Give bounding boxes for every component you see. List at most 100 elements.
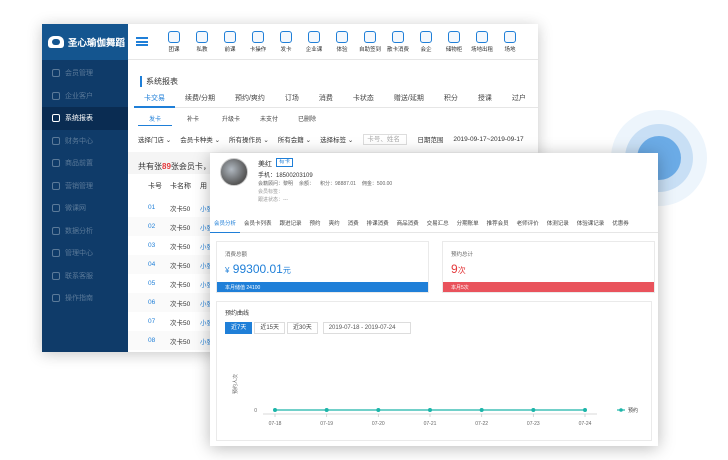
cell-card-no[interactable]: 07 [128,318,170,325]
sidebar-item-5[interactable]: 营销管理 [42,175,128,198]
member-balance: 余额： [299,181,315,187]
date-range-input[interactable]: 2019-09-17~2019-09-17 [453,136,523,143]
member-tab-8[interactable]: 交易汇总 [423,217,453,233]
range-15d-button[interactable]: 近15天 [254,322,286,334]
member-tab-10[interactable]: 推荐会员 [483,217,513,233]
cell-card-no[interactable]: 01 [128,204,170,211]
cell-card-no[interactable]: 08 [128,337,170,344]
report-subtab-4[interactable]: 已删除 [290,114,324,126]
member-tab-13[interactable]: 体验课记录 [573,217,609,233]
brand[interactable]: 圣心瑜伽舞蹈 [42,24,128,60]
menu-icon[interactable] [136,37,148,46]
sidebar-item-3[interactable]: 财务中心 [42,130,128,153]
sidebar-item-8[interactable]: 管理中心 [42,242,128,265]
report-tab-5[interactable]: 卡状态 [343,92,384,108]
toolbar-item-icon [196,30,208,43]
cell-card-no[interactable]: 03 [128,242,170,249]
report-tab-0[interactable]: 卡交易 [134,92,175,108]
toolbar-item-0[interactable]: 团课 [160,30,188,53]
cell-card-name: 次卡50 [170,300,191,308]
sidebar-item-6[interactable]: 微课网 [42,197,128,220]
member-tab-1[interactable]: 会员卡列表 [240,217,276,233]
report-tab-3[interactable]: 订场 [275,92,309,108]
trend-date-range-input[interactable]: 2019-07-18 - 2019-07-24 [322,322,411,334]
cell-card-name: 次卡50 [170,338,191,346]
filter-select-label: 所有会籍 [277,137,304,144]
toolbar-item-label: 场地出租 [470,46,493,53]
toolbar-item-3[interactable]: 卡操作 [244,30,272,53]
report-subtab-0[interactable]: 发卡 [138,114,172,126]
filter-select-4[interactable]: 选择标签 ⌄ [320,134,353,144]
filter-select-1[interactable]: 会员卡种类 ⌄ [180,134,220,144]
toolbar-item-label: 会企 [420,46,432,53]
member-tab-12[interactable]: 体测记录 [543,217,573,233]
member-tab-9[interactable]: 分期账单 [453,217,483,233]
report-tab-7[interactable]: 积分 [434,92,468,108]
sidebar-item-10[interactable]: 操作指南 [42,287,128,310]
member-tab-2[interactable]: 跟进记录 [276,217,306,233]
report-subtab-3[interactable]: 未支付 [252,114,286,126]
toolbar-item-8[interactable]: 散卡消费 [384,30,412,53]
toolbar-item-4[interactable]: 发卡 [272,30,300,53]
sidebar-item-4[interactable]: 商品前置 [42,152,128,175]
sidebar-item-label: 商品前置 [65,160,93,168]
y-axis-label: 预约人次 [232,374,239,394]
chevron-down-icon: ⌄ [164,137,172,144]
member-tab-4[interactable]: 爽约 [325,217,344,233]
report-tab-1[interactable]: 续费/分期 [175,92,225,108]
filter-select-label: 选择门店 [138,137,164,144]
report-subtab-1[interactable]: 补卡 [176,114,210,126]
booking-total-value: 9次 [451,262,466,276]
x-tick-label: 07-24 [579,421,592,427]
report-tab-8[interactable]: 授课 [468,92,502,108]
range-7d-button[interactable]: 近7天 [225,322,253,334]
range-30d-button[interactable]: 近30天 [287,322,318,334]
toolbar-item-12[interactable]: 场地 [496,30,524,53]
toolbar-item-6[interactable]: 体验 [328,30,356,53]
total-spend-label: 消费总额 [225,252,248,258]
sidebar-item-icon [52,136,60,145]
stage: 圣心瑜伽舞蹈 会员管理 企业客户 系统报表 财务中心商品前置营销管理 微课网 数据分析 管理… [0,0,728,460]
filter-selects: 选择门店 ⌄ 会员卡种类 ⌄ 所有操作员 ⌄ 所有会籍 ⌄ 选择标签 ⌄ [138,134,353,144]
member-tab-11[interactable]: 老师评价 [513,217,543,233]
toolbar-item-7[interactable]: 自助签到 [356,30,384,53]
member-points: 积分：98887.01 [320,181,356,187]
sidebar-item-9[interactable]: 联系客服 [42,265,128,288]
booking-trend-chart: 0 预约人次 07-18 07-19 07-20 07-21 07-22 07-23 07-24… [232,374,638,427]
sidebar-item-1[interactable]: 企业客户 [42,85,128,108]
cell-card-no[interactable]: 02 [128,223,170,230]
toolbar-item-label: 私教 [196,46,208,53]
member-tab-14[interactable]: 优惠券 [608,217,633,233]
trend-title: 预约曲线 [225,311,250,317]
sidebar-item-2[interactable]: 系统报表 [42,107,128,130]
member-tab-6[interactable]: 排课消费 [363,217,393,233]
report-tab-4[interactable]: 消费 [309,92,343,108]
member-tab-5[interactable]: 消费 [344,217,363,233]
report-subtab-2[interactable]: 升级卡 [214,114,248,126]
member-tab-7[interactable]: 商品消费 [393,217,423,233]
search-input[interactable]: 卡号、姓名 [363,133,408,145]
x-tick-label: 07-20 [372,421,385,427]
total-spend-card: 消费总额 ¥ 99300.01元 本月储值 24100 [216,241,429,293]
member-name: 美红 [258,161,272,168]
report-tab-9[interactable]: 过户 [502,92,536,108]
filter-select-3[interactable]: 所有会籍 ⌄ [278,134,311,144]
sidebar-item-7[interactable]: 数据分析 [42,220,128,243]
toolbar-item-11[interactable]: 场地出租 [468,30,496,53]
cell-card-no[interactable]: 04 [128,261,170,268]
member-tab-3[interactable]: 预约 [306,217,325,233]
report-tab-2[interactable]: 预约/爽约 [225,92,275,108]
toolbar-item-2[interactable]: 前课 [216,30,244,53]
toolbar-item-icon [364,30,376,43]
toolbar-item-10[interactable]: 储物柜 [440,30,468,53]
report-tab-6[interactable]: 赠送/延期 [384,92,434,108]
filter-select-0[interactable]: 选择门店 ⌄ [138,134,171,144]
cell-card-no[interactable]: 05 [128,280,170,287]
toolbar-item-9[interactable]: 会企 [412,30,440,53]
member-tab-0[interactable]: 会员分析 [210,217,241,233]
cell-card-no[interactable]: 06 [128,299,170,306]
toolbar-item-5[interactable]: 企业课 [300,30,328,53]
filter-select-2[interactable]: 所有操作员 ⌄ [229,134,269,144]
sidebar-item-0[interactable]: 会员管理 [42,62,128,85]
toolbar-item-1[interactable]: 私教 [188,30,216,53]
